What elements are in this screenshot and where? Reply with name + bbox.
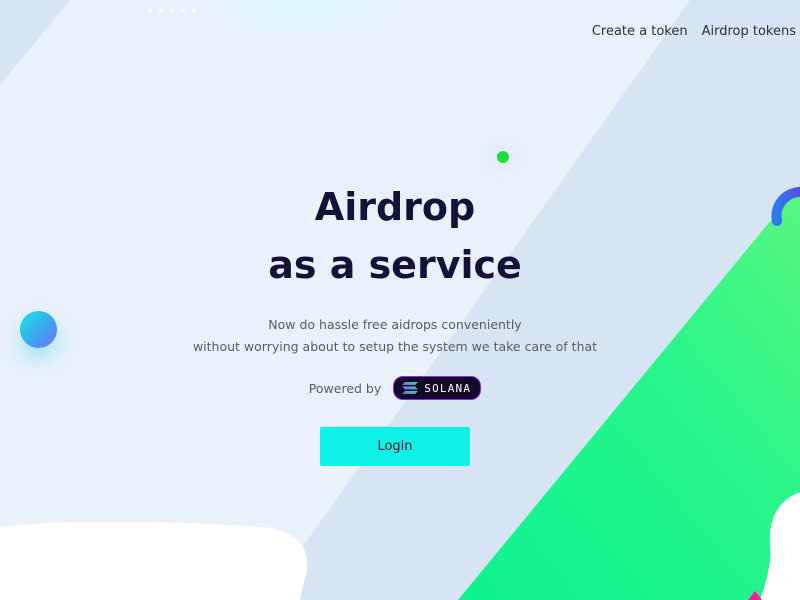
- bottom-left-cloud: [0, 521, 308, 600]
- powered-by-row: Powered by SOLANA: [0, 376, 790, 400]
- solana-logo-icon: [402, 382, 419, 394]
- hero-title: Airdrop as a service: [0, 178, 790, 294]
- nav-airdrop-tokens[interactable]: Airdrop tokens: [702, 24, 796, 39]
- hero-subtitle-line2: without worrying about to setup the syst…: [192, 339, 598, 354]
- green-dot: [497, 151, 509, 163]
- login-button[interactable]: Login: [320, 427, 470, 466]
- solana-badge-text: SOLANA: [424, 381, 472, 395]
- page: Create a token Airdrop tokens Airdrop as…: [0, 0, 800, 600]
- powered-by-label: Powered by: [308, 380, 382, 396]
- solana-badge: SOLANA: [393, 376, 482, 400]
- hero-subtitle: Now do hassle free aidrops conveniently …: [0, 314, 790, 358]
- top-nav: Create a token Airdrop tokens: [592, 24, 796, 39]
- nav-create-token[interactable]: Create a token: [592, 24, 688, 39]
- hero-title-line1: Airdrop: [314, 185, 476, 229]
- hero-title-line2: as a service: [268, 243, 522, 287]
- hero-subtitle-line1: Now do hassle free aidrops conveniently: [268, 317, 522, 332]
- decorative-dots: [148, 9, 196, 13]
- hero-section: Airdrop as a service Now do hassle free …: [0, 178, 790, 466]
